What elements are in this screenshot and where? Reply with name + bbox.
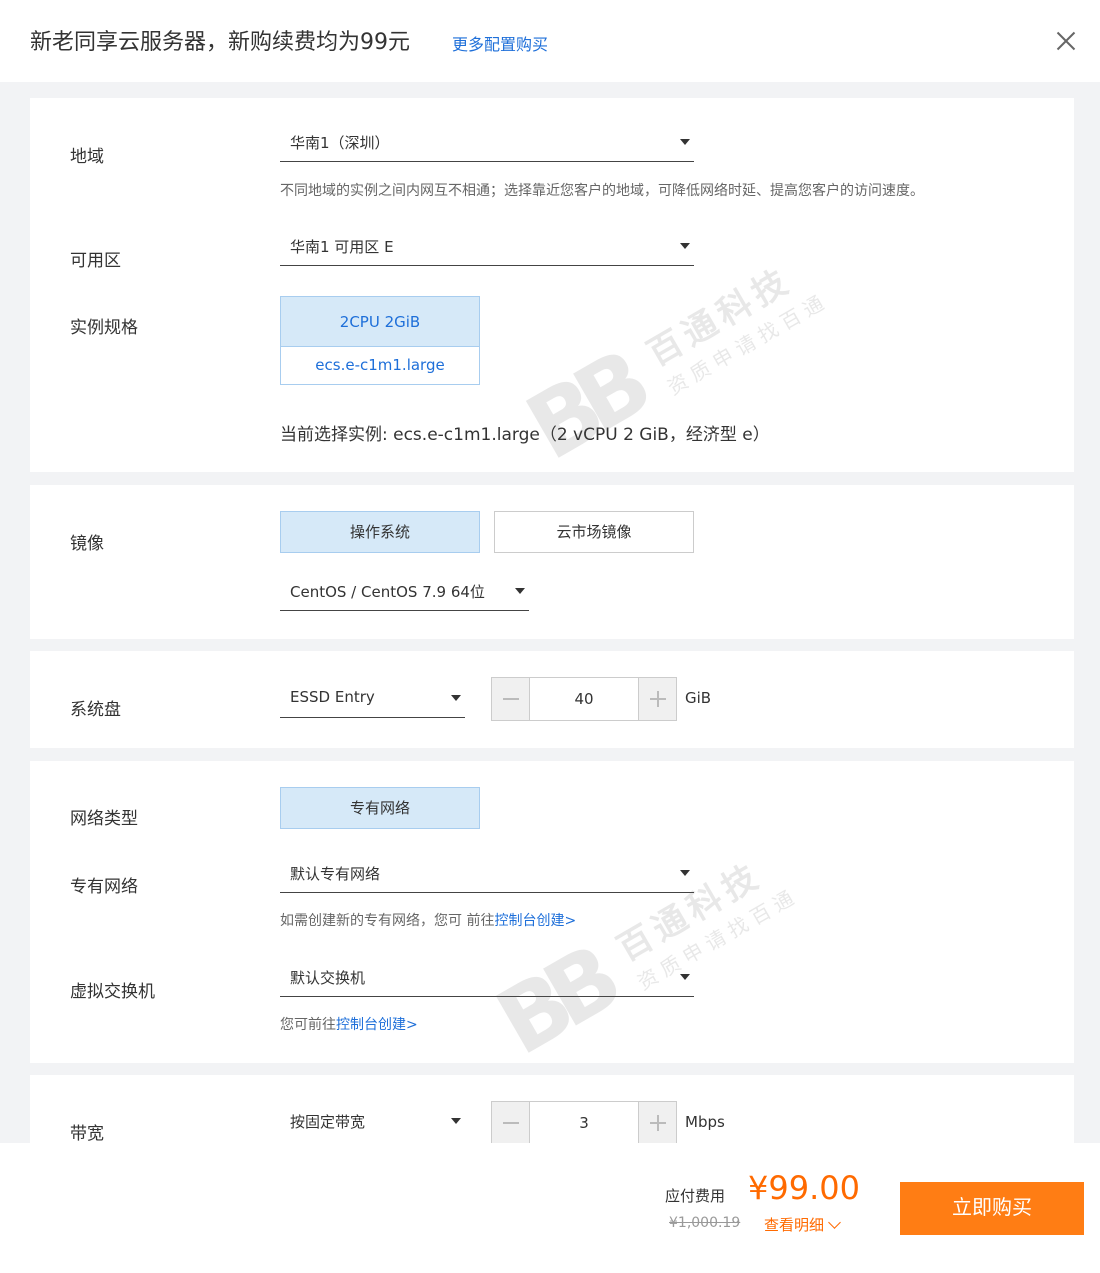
caret-down-icon [680, 243, 690, 249]
region-label: 地域 [70, 147, 104, 167]
network-panel: 网络类型 专有网络 专有网络 默认专有网络 如需创建新的专有网络，您可 前往控制… [30, 761, 1074, 1063]
details-label: 查看明细 [764, 1216, 825, 1234]
instance-spec: 2CPU 2GiB [281, 297, 479, 347]
instance-type: ecs.e-c1m1.large [315, 356, 445, 374]
instance-panel: 地域 华南1（深圳） 不同地域的实例之间内网互不相通；选择靠近您客户的地域，可降… [30, 98, 1074, 472]
zone-value: 华南1 可用区 E [290, 238, 394, 256]
close-icon[interactable] [1052, 27, 1080, 55]
caret-down-icon [451, 1118, 461, 1124]
current-instance-text: 当前选择实例: ecs.e-c1m1.large（2 vCPU 2 GiB，经济… [280, 425, 770, 445]
vpc-hint: 如需创建新的专有网络，您可 前往控制台创建> [280, 910, 576, 930]
original-price: ¥1,000.19 [669, 1215, 741, 1231]
image-panel: 镜像 操作系统 云市场镜像 CentOS / CentOS 7.9 64位 [30, 485, 1074, 639]
bandwidth-mode-select[interactable]: 按固定带宽 [280, 1105, 465, 1141]
dialog-title: 新老同享云服务器，新购续费均为99元 [30, 30, 410, 55]
disk-type-select[interactable]: ESSD Entry [280, 682, 465, 718]
zone-label: 可用区 [70, 251, 121, 271]
instance-label: 实例规格 [70, 318, 138, 338]
vswitch-hint: 您可前往控制台创建> [280, 1014, 418, 1034]
more-config-link[interactable]: 更多配置购买 [452, 31, 548, 55]
buy-now-button[interactable]: 立即购买 [900, 1182, 1084, 1235]
details-link[interactable]: 查看明细 [764, 1214, 841, 1235]
network-type-vpc[interactable]: 专有网络 [280, 787, 480, 829]
zone-select[interactable]: 华南1 可用区 E [280, 230, 694, 266]
disk-label: 系统盘 [70, 700, 121, 720]
dialog-header: 新老同享云服务器，新购续费均为99元 更多配置购买 [0, 0, 1100, 82]
vpc-label: 专有网络 [70, 877, 138, 897]
due-label: 应付费用 [665, 1187, 726, 1205]
minus-icon[interactable] [492, 678, 530, 720]
image-label: 镜像 [70, 534, 104, 554]
vswitch-console-link[interactable]: 控制台创建> [336, 1017, 418, 1033]
price: ¥99.00 [748, 1169, 860, 1207]
region-hint: 不同地域的实例之间内网互不相通；选择靠近您客户的地域，可降低网络时延、提高您客户… [280, 183, 924, 199]
checkout-footer: 应付费用 ¥99.00 ¥1,000.19 查看明细 立即购买 [0, 1143, 1100, 1273]
caret-down-icon [680, 870, 690, 876]
vpc-value: 默认专有网络 [290, 865, 381, 883]
caret-down-icon [515, 588, 525, 594]
vswitch-value: 默认交换机 [290, 969, 366, 987]
bandwidth-label: 带宽 [70, 1124, 104, 1143]
minus-icon[interactable] [492, 1102, 530, 1143]
instance-spec-card[interactable]: 2CPU 2GiB ecs.e-c1m1.large [280, 296, 480, 385]
disk-type-value: ESSD Entry [290, 688, 375, 706]
bandwidth-value[interactable]: 3 [530, 1102, 638, 1143]
chevron-down-icon [828, 1216, 841, 1229]
tab-os[interactable]: 操作系统 [280, 511, 480, 553]
network-type-label: 网络类型 [70, 809, 138, 829]
os-select[interactable]: CentOS / CentOS 7.9 64位 [280, 575, 529, 611]
disk-size-value[interactable]: 40 [530, 678, 638, 720]
plus-icon[interactable] [638, 1102, 676, 1143]
vpc-console-link[interactable]: 控制台创建> [494, 913, 576, 929]
caret-down-icon [680, 974, 690, 980]
bandwidth-mode-value: 按固定带宽 [290, 1113, 366, 1131]
vswitch-hint-text: 您可前往 [280, 1017, 336, 1033]
disk-unit: GiB [685, 689, 712, 707]
plus-icon[interactable] [638, 678, 676, 720]
vpc-select[interactable]: 默认专有网络 [280, 857, 694, 893]
caret-down-icon [680, 139, 690, 145]
disk-panel: 系统盘 ESSD Entry 40 GiB [30, 651, 1074, 748]
os-value: CentOS / CentOS 7.9 64位 [290, 583, 485, 601]
bandwidth-panel: 带宽 按固定带宽 3 Mbps [30, 1075, 1074, 1143]
vswitch-label: 虚拟交换机 [70, 982, 155, 1002]
vswitch-select[interactable]: 默认交换机 [280, 961, 694, 997]
disk-size-stepper[interactable]: 40 [491, 677, 677, 721]
bandwidth-stepper[interactable]: 3 [491, 1101, 677, 1143]
caret-down-icon [451, 695, 461, 701]
tab-marketplace-image[interactable]: 云市场镜像 [494, 511, 694, 553]
vpc-hint-text: 如需创建新的专有网络，您可 前往 [280, 913, 495, 929]
region-select[interactable]: 华南1（深圳） [280, 126, 694, 162]
region-value: 华南1（深圳） [290, 134, 390, 152]
bandwidth-unit: Mbps [685, 1113, 725, 1131]
